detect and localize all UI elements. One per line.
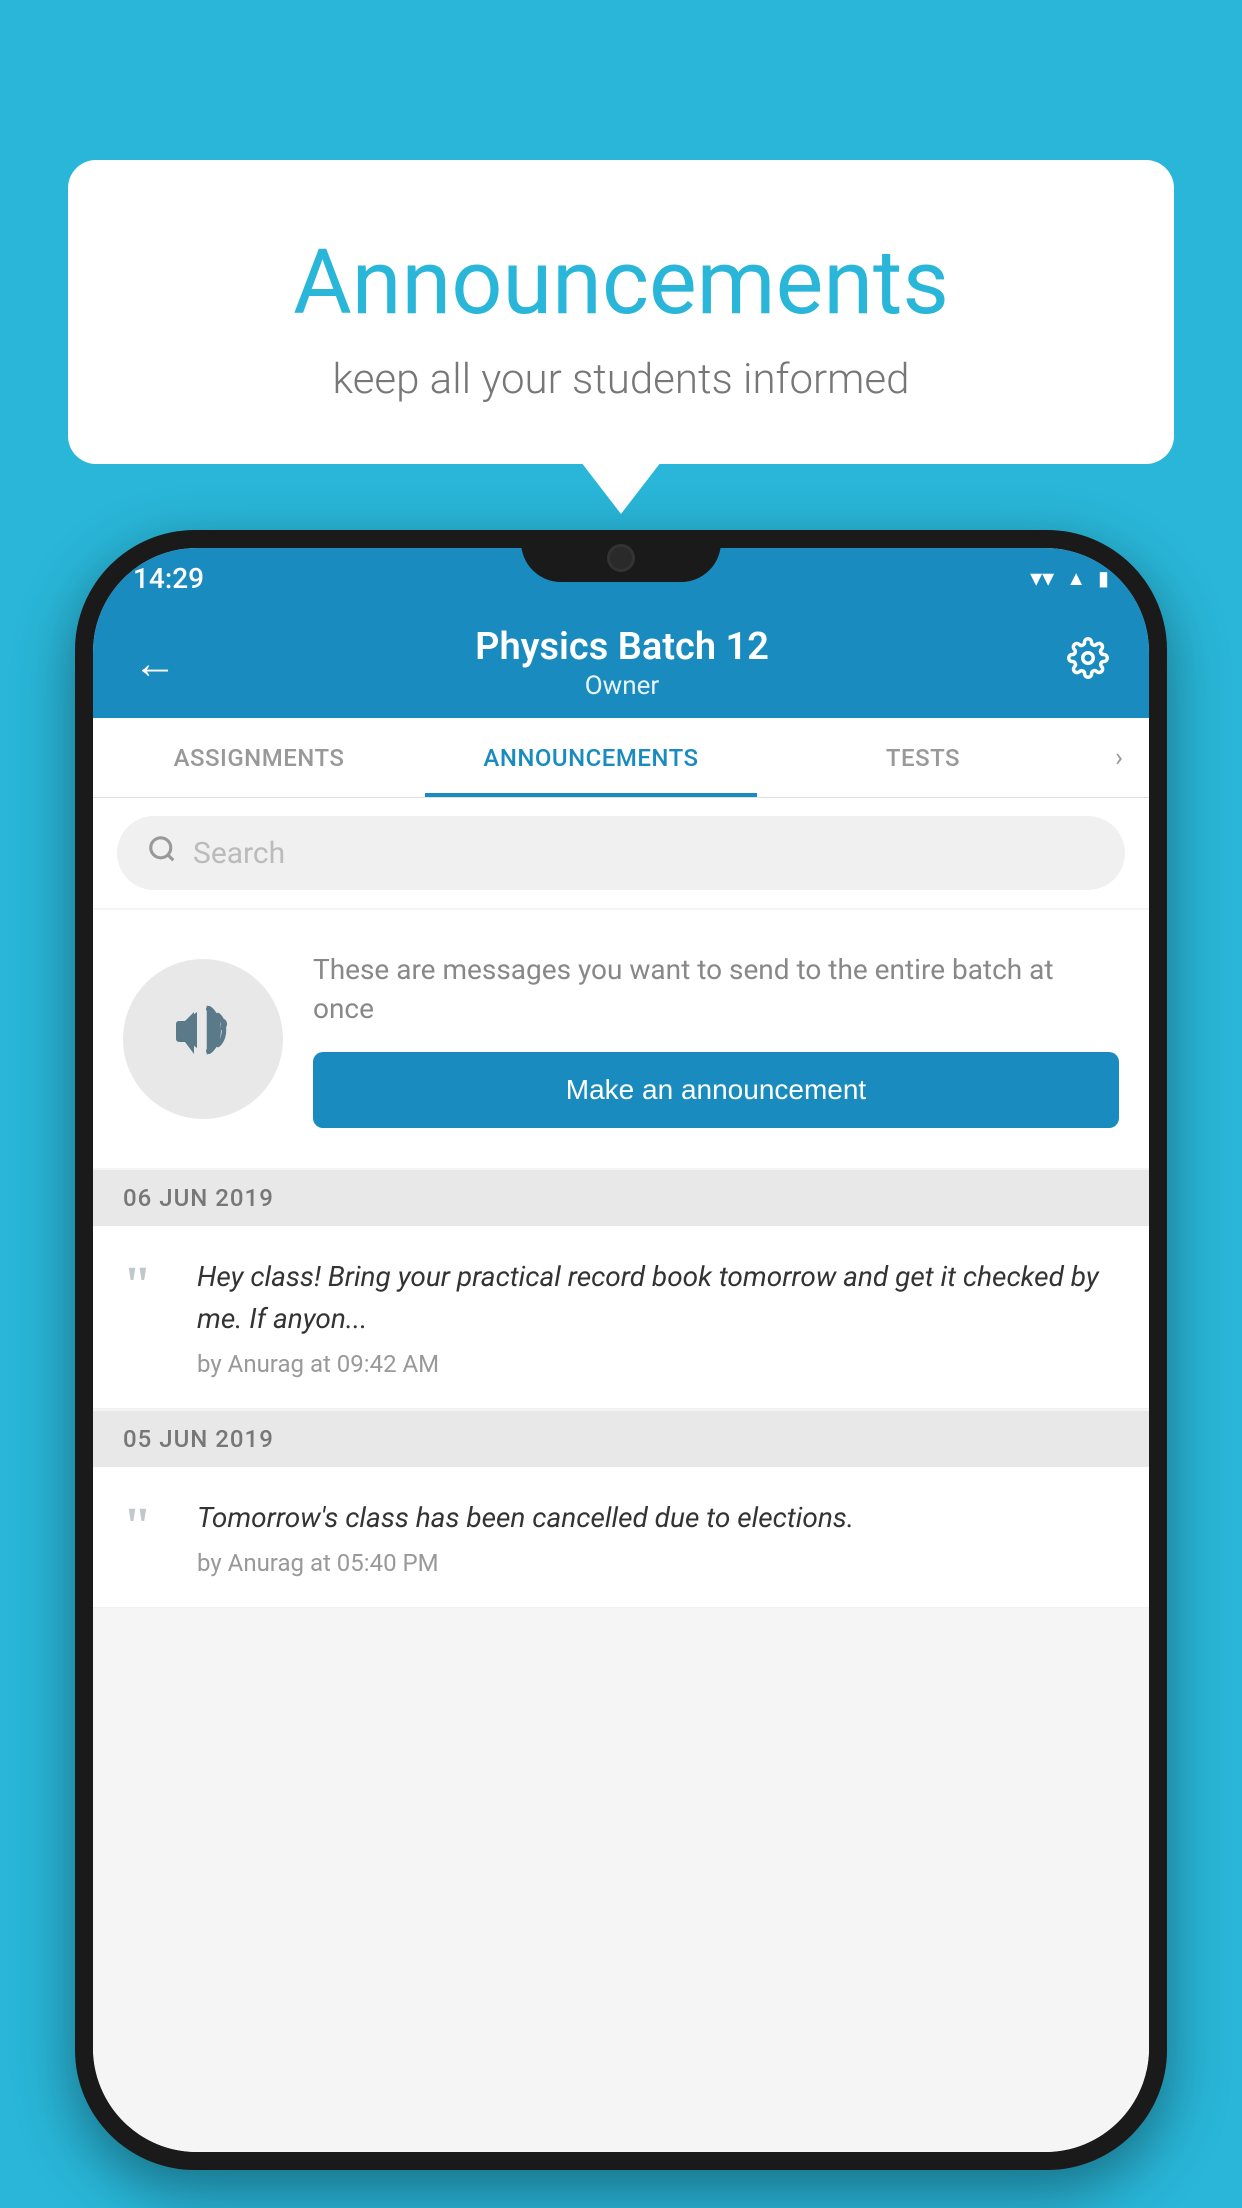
announcement-message-1: Hey class! Bring your practical record b… [197, 1256, 1119, 1340]
announcement-meta-1: by Anurag at 09:42 AM [197, 1350, 1119, 1378]
quote-icon-1: " [123, 1260, 173, 1312]
announcement-text-1: Hey class! Bring your practical record b… [197, 1256, 1119, 1378]
megaphone-icon [167, 994, 239, 1084]
speech-bubble: Announcements keep all your students inf… [68, 160, 1174, 464]
announcement-right: These are messages you want to send to t… [313, 950, 1119, 1128]
battery-icon: ▮ [1098, 566, 1109, 590]
announcement-meta-2: by Anurag at 05:40 PM [197, 1549, 1119, 1577]
bubble-title: Announcements [128, 230, 1114, 335]
quote-icon-2: " [123, 1501, 173, 1553]
tab-assignments[interactable]: ASSIGNMENTS [93, 718, 425, 797]
search-icon [147, 834, 177, 872]
phone-notch [521, 530, 721, 582]
bubble-subtitle: keep all your students informed [128, 355, 1114, 404]
date-separator-2: 05 JUN 2019 [93, 1411, 1149, 1467]
status-time: 14:29 [133, 562, 204, 595]
announcement-item-1[interactable]: " Hey class! Bring your practical record… [93, 1226, 1149, 1409]
announcement-prompt: These are messages you want to send to t… [93, 910, 1149, 1168]
wifi-icon: ▾▾ [1030, 564, 1054, 592]
settings-button[interactable] [1057, 627, 1119, 700]
content-area: Search [93, 798, 1149, 2152]
tabs-bar: ASSIGNMENTS ANNOUNCEMENTS TESTS › [93, 718, 1149, 798]
announcement-item-2[interactable]: " Tomorrow's class has been cancelled du… [93, 1467, 1149, 1608]
phone-wrapper: 14:29 ▾▾ ▲ ▮ ← Physics Batch 12 Owner [75, 530, 1167, 2170]
speech-bubble-container: Announcements keep all your students inf… [68, 160, 1174, 464]
tab-announcements[interactable]: ANNOUNCEMENTS [425, 718, 757, 797]
tab-more[interactable]: › [1089, 718, 1149, 797]
date-separator-1: 06 JUN 2019 [93, 1170, 1149, 1226]
announcement-description: These are messages you want to send to t… [313, 950, 1119, 1028]
announcement-message-2: Tomorrow's class has been cancelled due … [197, 1497, 1119, 1539]
signal-icon: ▲ [1066, 566, 1086, 591]
make-announcement-button[interactable]: Make an announcement [313, 1052, 1119, 1128]
phone-frame: 14:29 ▾▾ ▲ ▮ ← Physics Batch 12 Owner [75, 530, 1167, 2170]
app-bar-subtitle: Owner [187, 671, 1057, 701]
back-button[interactable]: ← [123, 631, 187, 695]
search-container: Search [93, 798, 1149, 908]
announcement-text-2: Tomorrow's class has been cancelled due … [197, 1497, 1119, 1577]
announcement-icon-circle [123, 959, 283, 1119]
tab-tests[interactable]: TESTS [757, 718, 1089, 797]
phone-camera [607, 544, 635, 572]
search-box[interactable]: Search [117, 816, 1125, 890]
search-placeholder: Search [193, 836, 285, 871]
app-bar-title-group: Physics Batch 12 Owner [187, 625, 1057, 701]
phone-screen: 14:29 ▾▾ ▲ ▮ ← Physics Batch 12 Owner [93, 548, 1149, 2152]
app-bar-title: Physics Batch 12 [187, 625, 1057, 669]
app-bar: ← Physics Batch 12 Owner [93, 608, 1149, 718]
status-icons: ▾▾ ▲ ▮ [1030, 564, 1109, 592]
